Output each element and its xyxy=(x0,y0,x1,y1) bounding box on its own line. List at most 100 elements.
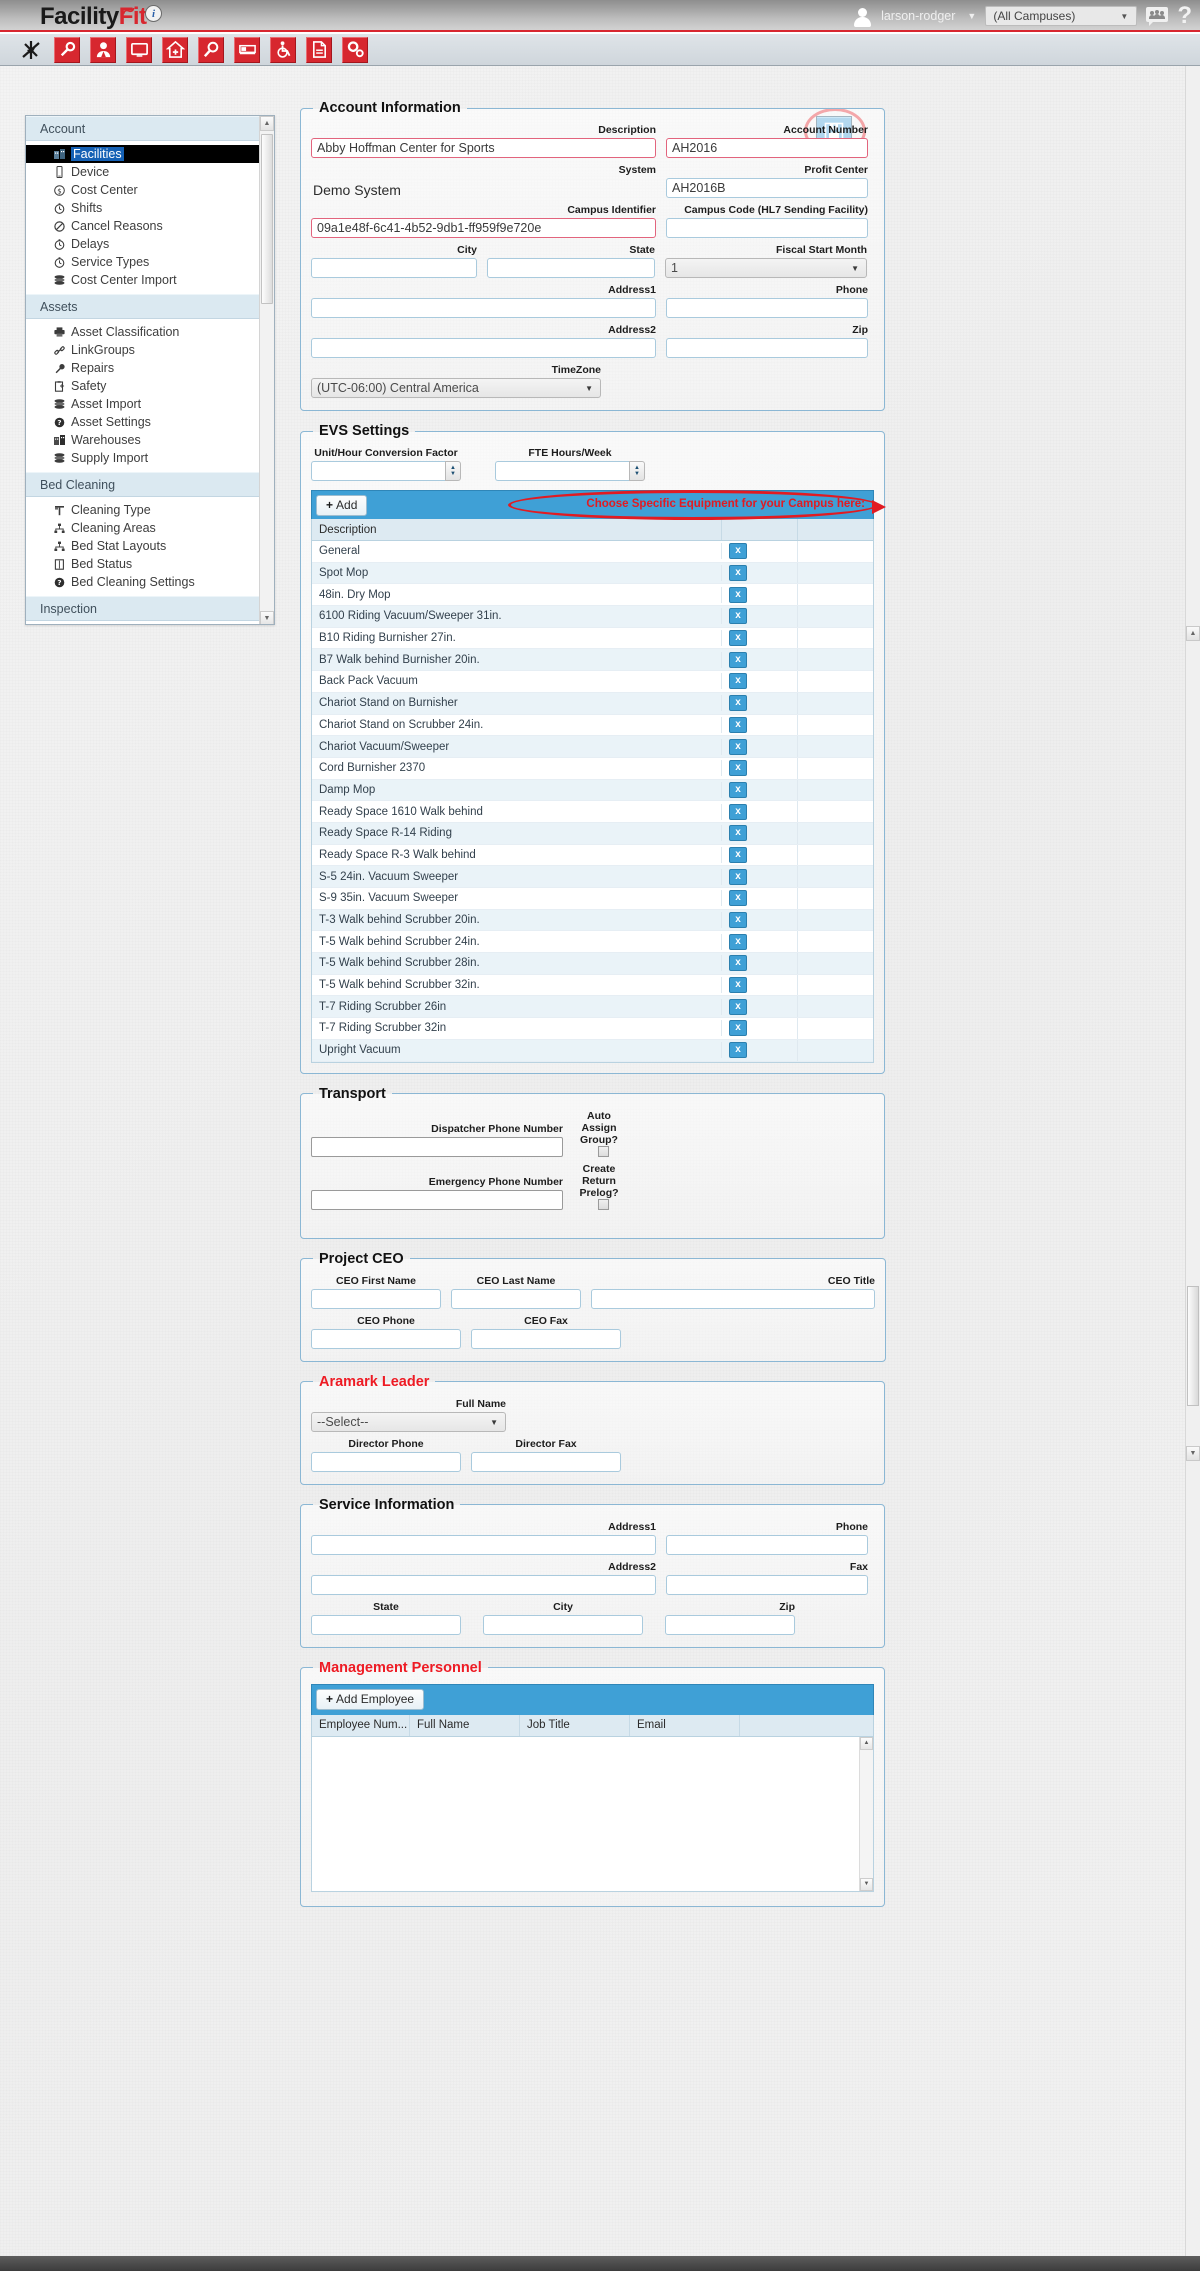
delete-row-button[interactable]: x xyxy=(729,846,747,863)
scroll-down-arrow[interactable]: ▼ xyxy=(260,611,274,624)
table-row[interactable]: General x xyxy=(312,541,873,563)
sidebar-item-facilities[interactable]: Facilities xyxy=(26,145,274,163)
fiscal-start-month-select[interactable]: 1 ▼ xyxy=(665,258,867,278)
table-row[interactable]: S-9 35in. Vacuum Sweeper x xyxy=(312,888,873,910)
sidebar-item-warehouses[interactable]: Warehouses xyxy=(26,431,274,449)
ceo-title-input[interactable] xyxy=(591,1288,875,1309)
timezone-select[interactable]: (UTC-06:00) Central America ▼ xyxy=(311,378,601,398)
scroll-down-arrow[interactable]: ▼ xyxy=(1186,1446,1200,1461)
delete-row-button[interactable]: x xyxy=(729,933,747,950)
delete-row-button[interactable]: x xyxy=(729,673,747,690)
sidebar-item-bed-stat-layouts[interactable]: Bed Stat Layouts xyxy=(26,537,274,555)
campus-select[interactable]: (All Campuses) ▼ xyxy=(985,6,1138,26)
sidebar-item-shifts[interactable]: Shifts xyxy=(26,199,274,217)
delete-row-button[interactable]: x xyxy=(729,565,747,582)
table-row[interactable]: T-5 Walk behind Scrubber 24in. x xyxy=(312,931,873,954)
table-row[interactable]: Chariot Stand on Scrubber 24in. x xyxy=(312,714,873,737)
table-row[interactable]: Ready Space R-14 Riding x xyxy=(312,822,873,845)
table-row[interactable]: T-3 Walk behind Scrubber 20in. x xyxy=(312,909,873,932)
sidebar-item-service-types[interactable]: Service Types xyxy=(26,253,274,271)
person-icon[interactable] xyxy=(90,36,116,63)
director-fax-input[interactable] xyxy=(471,1451,621,1472)
table-row[interactable]: 6100 Riding Vacuum/Sweeper 31in. x xyxy=(312,606,873,628)
sidebar-item-device[interactable]: Device xyxy=(26,163,274,181)
sidebar-group-inspection[interactable]: Inspection xyxy=(26,596,274,621)
delete-row-button[interactable]: x xyxy=(729,825,747,842)
profit-center-input[interactable] xyxy=(666,178,868,198)
fte-hours-stepper[interactable]: ▲ ▼ xyxy=(629,461,645,481)
sidebar-item-bed-cleaning-settings[interactable]: ? Bed Cleaning Settings xyxy=(26,573,274,591)
ceo-last-name-input[interactable] xyxy=(451,1288,581,1309)
unit-hour-conversion-input[interactable] xyxy=(311,461,445,481)
campus-identifier-input[interactable] xyxy=(311,218,656,238)
table-row[interactable]: Upright Vacuum x xyxy=(312,1039,873,1062)
table-row[interactable]: B7 Walk behind Burnisher 20in. x xyxy=(312,649,873,672)
delete-row-button[interactable]: x xyxy=(729,630,747,647)
zip-input[interactable] xyxy=(666,338,868,358)
scroll-up-arrow[interactable]: ▲ xyxy=(1186,626,1200,641)
delete-row-button[interactable]: x xyxy=(729,803,747,820)
delete-row-button[interactable]: x xyxy=(729,781,747,798)
account-number-input[interactable] xyxy=(666,138,868,158)
table-row[interactable]: Chariot Vacuum/Sweeper x xyxy=(312,736,873,758)
city-input[interactable] xyxy=(311,258,477,278)
service-zip-input[interactable] xyxy=(665,1614,795,1635)
table-row[interactable]: Ready Space R-3 Walk behind x xyxy=(312,844,873,867)
scroll-thumb[interactable] xyxy=(1187,1286,1199,1406)
chevron-down-icon[interactable]: ▼ xyxy=(967,11,976,21)
table-row[interactable]: T-7 Riding Scrubber 32in x xyxy=(312,1018,873,1040)
wheelchair-icon[interactable] xyxy=(270,36,296,63)
sidebar-item-delays[interactable]: Delays xyxy=(26,235,274,253)
delete-row-button[interactable]: x xyxy=(729,912,747,929)
service-fax-input[interactable] xyxy=(666,1574,868,1595)
delete-row-button[interactable]: x xyxy=(729,738,747,755)
service-address2-input[interactable] xyxy=(311,1574,656,1595)
service-state-input[interactable] xyxy=(311,1614,461,1635)
table-row[interactable]: Damp Mop x xyxy=(312,779,873,802)
sidebar-item-cost-center[interactable]: $ Cost Center xyxy=(26,181,274,199)
delete-row-button[interactable]: x xyxy=(729,760,747,777)
emergency-phone-input[interactable] xyxy=(311,1189,563,1210)
add-employee-button[interactable]: + Add Employee xyxy=(316,1689,425,1710)
help-icon[interactable]: ? xyxy=(1177,4,1192,28)
home-plus-icon[interactable] xyxy=(162,36,188,63)
delete-row-button[interactable]: x xyxy=(729,998,747,1015)
sidebar-group-bed-cleaning[interactable]: Bed Cleaning ▲ xyxy=(26,472,274,497)
sparkle-icon[interactable] xyxy=(18,37,44,63)
delete-row-button[interactable]: x xyxy=(729,651,747,668)
campus-code-input[interactable] xyxy=(666,218,868,238)
magnifier-icon[interactable] xyxy=(198,36,224,63)
delete-row-button[interactable]: x xyxy=(729,695,747,712)
delete-row-button[interactable]: x xyxy=(729,1042,747,1059)
table-row[interactable]: Back Pack Vacuum x xyxy=(312,671,873,693)
sidebar-item-asset-classification[interactable]: Asset Classification xyxy=(26,323,274,341)
table-row[interactable]: Spot Mop x xyxy=(312,562,873,585)
table-row[interactable]: Chariot Stand on Burnisher x xyxy=(312,692,873,715)
phone-input[interactable] xyxy=(666,298,868,318)
delete-row-button[interactable]: x xyxy=(729,586,747,603)
employee-table-scrollbar[interactable]: ▲ ▼ xyxy=(859,1736,873,1891)
sidebar-item-supply-import[interactable]: Supply Import xyxy=(26,449,274,467)
delete-row-button[interactable]: x xyxy=(729,868,747,885)
sidebar-item-cleaning-areas[interactable]: Cleaning Areas xyxy=(26,519,274,537)
create-return-prelog-checkbox[interactable] xyxy=(597,1198,609,1210)
delete-row-button[interactable]: x xyxy=(729,608,747,625)
sidebar-item-cleaning-type[interactable]: Cleaning Type xyxy=(26,501,274,519)
table-row[interactable]: Cord Burnisher 2370 x xyxy=(312,757,873,780)
sidebar-group-assets[interactable]: Assets ▲ xyxy=(26,294,274,319)
address2-input[interactable] xyxy=(311,338,656,358)
delete-row-button[interactable]: x xyxy=(729,890,747,907)
delete-row-button[interactable]: x xyxy=(729,716,747,733)
description-input[interactable] xyxy=(311,138,656,158)
ceo-phone-input[interactable] xyxy=(311,1328,461,1349)
info-icon[interactable]: i xyxy=(145,5,162,22)
table-row[interactable]: S-5 24in. Vacuum Sweeper x xyxy=(312,866,873,888)
add-equipment-button[interactable]: + Add xyxy=(316,494,368,516)
dispatcher-phone-input[interactable] xyxy=(311,1136,563,1157)
director-phone-input[interactable] xyxy=(311,1451,461,1472)
service-address1-input[interactable] xyxy=(311,1534,656,1555)
sidebar-item-asset-settings[interactable]: ? Asset Settings xyxy=(26,413,274,431)
scroll-down-arrow[interactable]: ▼ xyxy=(860,1877,873,1891)
scroll-thumb[interactable] xyxy=(261,134,273,304)
table-row[interactable]: T-7 Riding Scrubber 26in x xyxy=(312,996,873,1019)
